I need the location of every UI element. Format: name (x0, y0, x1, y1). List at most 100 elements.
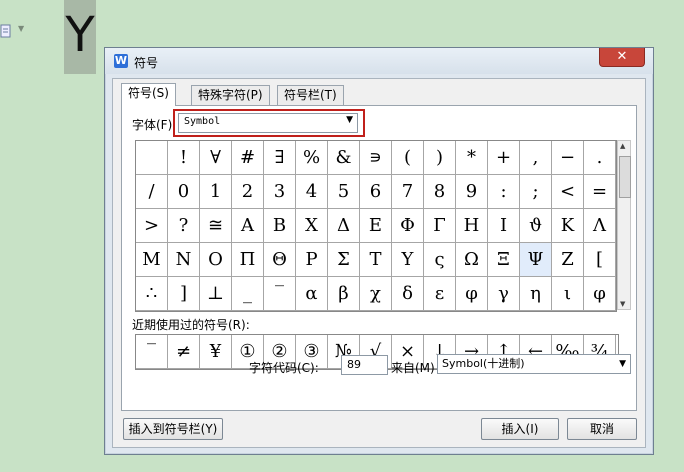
symbol-cell[interactable]: γ (488, 277, 520, 311)
from-select[interactable]: Symbol(十进制) ▼ (437, 354, 631, 374)
symbol-cell[interactable]: ⊥ (200, 277, 232, 311)
symbol-cell[interactable]: ) (424, 141, 456, 175)
close-button[interactable]: ✕ (599, 48, 645, 67)
symbol-cell[interactable]: Π (232, 243, 264, 277)
symbol-cell[interactable]: η (520, 277, 552, 311)
symbol-cell[interactable]: ; (520, 175, 552, 209)
title-bar[interactable]: W 符号 ✕ (105, 48, 653, 74)
symbol-cell[interactable]: Α (232, 209, 264, 243)
symbol-cell[interactable]: Ν (168, 243, 200, 277)
symbol-cell[interactable]: Χ (296, 209, 328, 243)
tab-special-characters[interactable]: 特殊字符(P) (191, 85, 270, 105)
char-code-input[interactable]: 89 (341, 355, 388, 375)
symbol-cell[interactable]: 9 (456, 175, 488, 209)
symbol-cell[interactable]: ( (392, 141, 424, 175)
symbol-cell[interactable]: 3 (264, 175, 296, 209)
symbol-cell[interactable]: Φ (392, 209, 424, 243)
dropdown-arrow-icon[interactable]: ▼ (346, 115, 353, 125)
symbol-cell[interactable]: ε (424, 277, 456, 311)
symbol-cell[interactable]: Η (456, 209, 488, 243)
symbol-cell[interactable]: 0 (168, 175, 200, 209)
symbol-cell[interactable]: 8 (424, 175, 456, 209)
symbol-cell[interactable]: + (488, 141, 520, 175)
symbol-cell[interactable]: 1 (200, 175, 232, 209)
symbol-cell[interactable]: . (584, 141, 616, 175)
recent-symbol-cell[interactable]: ≠ (168, 335, 200, 369)
symbol-cell[interactable]: ϑ (520, 209, 552, 243)
symbol-cell[interactable]: # (232, 141, 264, 175)
symbol-cell[interactable]: β (328, 277, 360, 311)
symbol-cell[interactable]: ≅ (200, 209, 232, 243)
symbol-cell[interactable]: Γ (424, 209, 456, 243)
symbol-cell[interactable]: ‾ (264, 277, 296, 311)
symbol-cell[interactable]: Σ (328, 243, 360, 277)
symbol-cell[interactable]: ? (168, 209, 200, 243)
symbol-cell[interactable] (136, 141, 168, 175)
symbol-cell[interactable]: ∴ (136, 277, 168, 311)
symbol-cell[interactable]: Θ (264, 243, 296, 277)
scroll-down-icon[interactable]: ▼ (620, 300, 625, 308)
symbol-cell[interactable]: φ (584, 277, 616, 311)
cancel-button[interactable]: 取消 (567, 418, 637, 440)
symbol-cell[interactable]: = (584, 175, 616, 209)
symbol-cell[interactable]: Λ (584, 209, 616, 243)
insert-to-symbol-bar-button[interactable]: 插入到符号栏(Y) (123, 418, 223, 440)
symbol-cell[interactable]: ∃ (264, 141, 296, 175)
symbol-cell[interactable]: > (136, 209, 168, 243)
symbol-cell[interactable]: 7 (392, 175, 424, 209)
symbol-cell[interactable]: % (296, 141, 328, 175)
chevron-down-icon[interactable]: ▼ (18, 24, 24, 33)
symbol-cell[interactable]: * (456, 141, 488, 175)
symbol-dialog: W 符号 ✕ 符号(S) 特殊字符(P) 符号栏(T) 字体(F): Symbo… (104, 47, 654, 455)
symbol-cell[interactable]: Ξ (488, 243, 520, 277)
symbol-cell[interactable]: ∀ (200, 141, 232, 175)
symbol-cell[interactable]: 6 (360, 175, 392, 209)
symbol-cell[interactable]: 2 (232, 175, 264, 209)
symbol-cell[interactable]: & (328, 141, 360, 175)
symbol-cell[interactable]: α (296, 277, 328, 311)
dialog-content: 符号(S) 特殊字符(P) 符号栏(T) 字体(F): Symbol ▼ ! ∀ #… (112, 78, 646, 448)
scroll-thumb[interactable] (619, 156, 631, 198)
symbol-cell[interactable]: 4 (296, 175, 328, 209)
symbol-cell[interactable]: 5 (328, 175, 360, 209)
symbol-cell[interactable]: Δ (328, 209, 360, 243)
symbol-cell[interactable]: : (488, 175, 520, 209)
symbol-cell[interactable]: δ (392, 277, 424, 311)
symbol-cell[interactable]: Μ (136, 243, 168, 277)
recent-symbol-cell[interactable]: ‾ (136, 335, 168, 369)
tab-symbols[interactable]: 符号(S) (121, 83, 176, 106)
symbol-cell[interactable]: φ (456, 277, 488, 311)
symbol-cell[interactable]: χ (360, 277, 392, 311)
symbol-cell[interactable]: Κ (552, 209, 584, 243)
symbol-cell[interactable]: Β (264, 209, 296, 243)
symbol-cell[interactable]: Ζ (552, 243, 584, 277)
recent-symbol-cell[interactable]: ¥ (200, 335, 232, 369)
insert-button[interactable]: 插入(I) (481, 418, 559, 440)
symbol-cell[interactable]: Τ (360, 243, 392, 277)
symbol-cell[interactable]: < (552, 175, 584, 209)
dropdown-arrow-icon[interactable]: ▼ (619, 355, 626, 373)
symbol-grid-scrollbar[interactable]: ▲ ▼ (617, 140, 631, 310)
symbol-cell[interactable]: Ο (200, 243, 232, 277)
font-select[interactable]: Symbol ▼ (178, 113, 358, 133)
symbol-cell[interactable]: , (520, 141, 552, 175)
symbol-cell[interactable]: Ε (360, 209, 392, 243)
symbol-cell[interactable]: / (136, 175, 168, 209)
symbol-cell[interactable]: Ψ (520, 243, 552, 277)
symbol-cell[interactable]: ς (424, 243, 456, 277)
symbol-cell[interactable]: Ω (456, 243, 488, 277)
symbol-cell[interactable]: Ρ (296, 243, 328, 277)
dialog-title: 符号 (134, 56, 159, 70)
symbol-cell[interactable]: ! (168, 141, 200, 175)
symbol-cell[interactable]: _ (232, 277, 264, 311)
symbol-cell[interactable]: Υ (392, 243, 424, 277)
scroll-up-icon[interactable]: ▲ (620, 142, 625, 150)
symbol-cell[interactable]: Ι (488, 209, 520, 243)
char-code-label: 字符代码(C): (249, 361, 319, 375)
symbol-cell[interactable]: [ (584, 243, 616, 277)
symbol-cell[interactable]: ∍ (360, 141, 392, 175)
tab-symbol-bar[interactable]: 符号栏(T) (277, 85, 344, 105)
symbol-cell[interactable]: − (552, 141, 584, 175)
symbol-cell[interactable]: ι (552, 277, 584, 311)
symbol-cell[interactable]: ] (168, 277, 200, 311)
